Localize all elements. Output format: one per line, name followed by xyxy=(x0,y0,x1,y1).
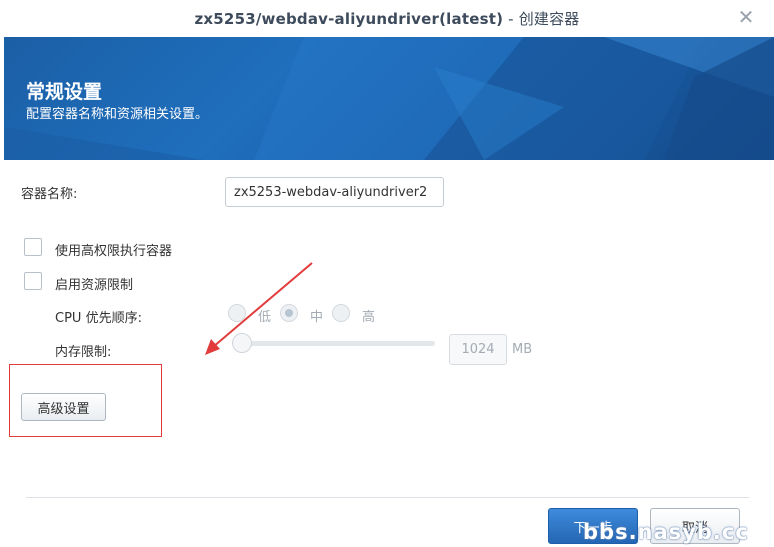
cpu-radio-low-label: 低 xyxy=(258,310,272,325)
memory-limit-label: 内存限制: xyxy=(55,345,112,360)
cpu-radio-medium[interactable] xyxy=(280,304,298,322)
container-name-label: 容器名称: xyxy=(21,187,78,202)
memory-unit: MB xyxy=(512,342,533,357)
section-subtitle: 配置容器名称和资源相关设置。 xyxy=(26,107,209,122)
window-title-main: zx5253/webdav-aliyundriver(latest) xyxy=(194,9,504,28)
window-title: zx5253/webdav-aliyundriver(latest) - 创建容… xyxy=(194,8,579,29)
cpu-radio-low[interactable] xyxy=(228,304,246,322)
memory-slider-track[interactable] xyxy=(245,341,435,346)
section-banner: 常规设置 配置容器名称和资源相关设置。 xyxy=(4,37,774,160)
close-icon[interactable]: ✕ xyxy=(736,7,756,27)
memory-limit-input[interactable]: 1024 xyxy=(449,334,507,365)
banner-decoration xyxy=(4,37,774,160)
section-heading: 常规设置 xyxy=(26,81,103,103)
footer-divider xyxy=(26,497,749,498)
resource-limit-checkbox[interactable] xyxy=(24,272,42,290)
advanced-settings-button[interactable]: 高级设置 xyxy=(21,393,106,421)
window-title-action: 创建容器 xyxy=(518,9,580,28)
window-title-separator: - xyxy=(503,9,519,28)
cpu-radio-medium-label: 中 xyxy=(310,310,324,325)
container-name-input[interactable]: zx5253-webdav-aliyundriver2 xyxy=(225,177,444,207)
cpu-radio-high-label: 高 xyxy=(362,310,376,325)
cpu-priority-label: CPU 优先顺序: xyxy=(55,311,142,326)
site-watermark: bbs.nasyb.cc xyxy=(583,520,749,544)
container-name-value: zx5253-webdav-aliyundriver2 xyxy=(234,184,428,200)
memory-slider-thumb[interactable] xyxy=(232,333,252,353)
resource-limit-label: 启用资源限制 xyxy=(55,278,134,293)
window-titlebar: zx5253/webdav-aliyundriver(latest) - 创建容… xyxy=(0,0,774,36)
privileged-label: 使用高权限执行容器 xyxy=(55,244,173,259)
privileged-checkbox[interactable] xyxy=(24,238,42,256)
cpu-radio-high[interactable] xyxy=(332,304,350,322)
